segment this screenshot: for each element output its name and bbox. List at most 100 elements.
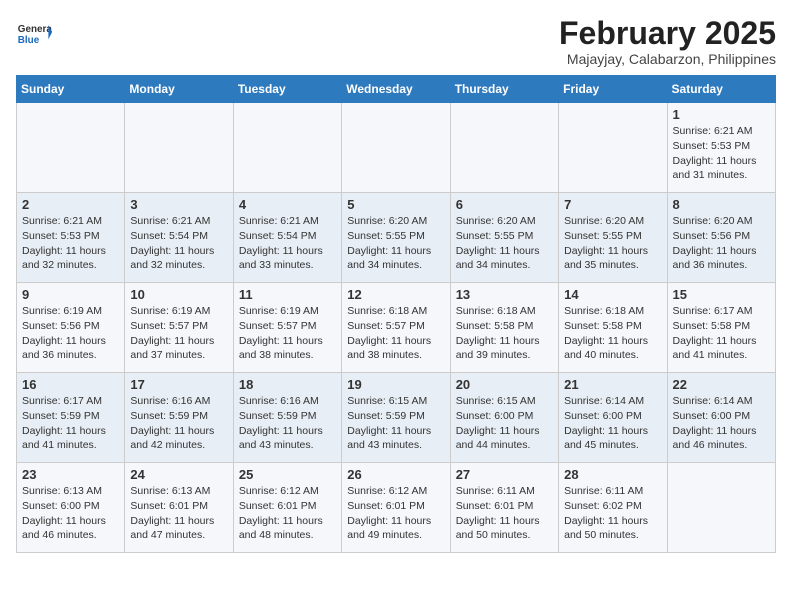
calendar-week-5: 23 Sunrise: 6:13 AM Sunset: 6:00 PM Dayli… (17, 463, 776, 553)
calendar-cell: 19 Sunrise: 6:15 AM Sunset: 5:59 PM Dayli… (342, 373, 450, 463)
calendar-cell (450, 103, 558, 193)
day-info: Sunrise: 6:15 AM Sunset: 6:00 PM Dayligh… (456, 394, 553, 453)
day-number: 5 (347, 197, 444, 212)
day-header-sunday: Sunday (17, 76, 125, 103)
day-number: 18 (239, 377, 336, 392)
title-block: February 2025 Majayjay, Calabarzon, Phil… (559, 16, 776, 67)
day-number: 15 (673, 287, 770, 302)
calendar-cell (125, 103, 233, 193)
day-info: Sunrise: 6:20 AM Sunset: 5:55 PM Dayligh… (564, 214, 661, 273)
day-number: 13 (456, 287, 553, 302)
day-info: Sunrise: 6:21 AM Sunset: 5:53 PM Dayligh… (22, 214, 119, 273)
day-number: 28 (564, 467, 661, 482)
day-info: Sunrise: 6:20 AM Sunset: 5:55 PM Dayligh… (456, 214, 553, 273)
day-info: Sunrise: 6:20 AM Sunset: 5:56 PM Dayligh… (673, 214, 770, 273)
calendar-cell: 15Sunrise: 6:17 AM Sunset: 5:58 PM Dayli… (667, 283, 775, 373)
day-info: Sunrise: 6:13 AM Sunset: 6:00 PM Dayligh… (22, 484, 119, 543)
day-info: Sunrise: 6:14 AM Sunset: 6:00 PM Dayligh… (564, 394, 661, 453)
calendar-cell: 25 Sunrise: 6:12 AM Sunset: 6:01 PM Dayli… (233, 463, 341, 553)
calendar-cell (342, 103, 450, 193)
page-header: General Blue February 2025 Majayjay, Cal… (16, 16, 776, 67)
calendar-cell: 5 Sunrise: 6:20 AM Sunset: 5:55 PM Daylig… (342, 193, 450, 283)
day-info: Sunrise: 6:18 AM Sunset: 5:58 PM Dayligh… (456, 304, 553, 363)
calendar-body: 1 Sunrise: 6:21 AM Sunset: 5:53 PM Daylig… (17, 103, 776, 553)
location-subtitle: Majayjay, Calabarzon, Philippines (559, 51, 776, 67)
calendar-cell: 27Sunrise: 6:11 AM Sunset: 6:01 PM Dayli… (450, 463, 558, 553)
day-info: Sunrise: 6:16 AM Sunset: 5:59 PM Dayligh… (130, 394, 227, 453)
day-number: 14 (564, 287, 661, 302)
day-number: 20 (456, 377, 553, 392)
day-number: 17 (130, 377, 227, 392)
calendar-cell: 26 Sunrise: 6:12 AM Sunset: 6:01 PM Dayli… (342, 463, 450, 553)
day-number: 11 (239, 287, 336, 302)
svg-text:General: General (18, 24, 52, 35)
month-title: February 2025 (559, 16, 776, 51)
day-info: Sunrise: 6:11 AM Sunset: 6:01 PM Dayligh… (456, 484, 553, 543)
day-number: 3 (130, 197, 227, 212)
calendar-week-1: 1 Sunrise: 6:21 AM Sunset: 5:53 PM Daylig… (17, 103, 776, 193)
generalblue-logo-icon: General Blue (16, 16, 52, 52)
day-header-thursday: Thursday (450, 76, 558, 103)
day-header-saturday: Saturday (667, 76, 775, 103)
calendar-cell: 13 Sunrise: 6:18 AM Sunset: 5:58 PM Dayli… (450, 283, 558, 373)
calendar-cell (17, 103, 125, 193)
day-number: 12 (347, 287, 444, 302)
calendar-cell: 18Sunrise: 6:16 AM Sunset: 5:59 PM Dayli… (233, 373, 341, 463)
day-info: Sunrise: 6:14 AM Sunset: 6:00 PM Dayligh… (673, 394, 770, 453)
day-number: 1 (673, 107, 770, 122)
day-number: 16 (22, 377, 119, 392)
calendar-table: SundayMondayTuesdayWednesdayThursdayFrid… (16, 75, 776, 553)
calendar-cell: 11 Sunrise: 6:19 AM Sunset: 5:57 PM Dayli… (233, 283, 341, 373)
calendar-cell: 9Sunrise: 6:19 AM Sunset: 5:56 PM Daylig… (17, 283, 125, 373)
day-info: Sunrise: 6:12 AM Sunset: 6:01 PM Dayligh… (239, 484, 336, 543)
day-info: Sunrise: 6:20 AM Sunset: 5:55 PM Dayligh… (347, 214, 444, 273)
logo: General Blue (16, 16, 52, 52)
day-number: 22 (673, 377, 770, 392)
calendar-week-4: 16 Sunrise: 6:17 AM Sunset: 5:59 PM Dayli… (17, 373, 776, 463)
day-number: 23 (22, 467, 119, 482)
day-info: Sunrise: 6:21 AM Sunset: 5:54 PM Dayligh… (239, 214, 336, 273)
calendar-week-2: 2Sunrise: 6:21 AM Sunset: 5:53 PM Daylig… (17, 193, 776, 283)
day-info: Sunrise: 6:17 AM Sunset: 5:59 PM Dayligh… (22, 394, 119, 453)
day-number: 21 (564, 377, 661, 392)
day-number: 7 (564, 197, 661, 212)
calendar-cell: 4 Sunrise: 6:21 AM Sunset: 5:54 PM Daylig… (233, 193, 341, 283)
day-info: Sunrise: 6:19 AM Sunset: 5:57 PM Dayligh… (130, 304, 227, 363)
day-number: 19 (347, 377, 444, 392)
day-info: Sunrise: 6:19 AM Sunset: 5:57 PM Dayligh… (239, 304, 336, 363)
calendar-cell: 1 Sunrise: 6:21 AM Sunset: 5:53 PM Daylig… (667, 103, 775, 193)
calendar-cell: 3 Sunrise: 6:21 AM Sunset: 5:54 PM Daylig… (125, 193, 233, 283)
day-header-wednesday: Wednesday (342, 76, 450, 103)
day-info: Sunrise: 6:21 AM Sunset: 5:54 PM Dayligh… (130, 214, 227, 273)
calendar-cell: 2Sunrise: 6:21 AM Sunset: 5:53 PM Daylig… (17, 193, 125, 283)
calendar-cell (667, 463, 775, 553)
day-info: Sunrise: 6:12 AM Sunset: 6:01 PM Dayligh… (347, 484, 444, 543)
day-number: 10 (130, 287, 227, 302)
calendar-cell: 28 Sunrise: 6:11 AM Sunset: 6:02 PM Dayli… (559, 463, 667, 553)
day-number: 26 (347, 467, 444, 482)
day-number: 9 (22, 287, 119, 302)
day-info: Sunrise: 6:18 AM Sunset: 5:57 PM Dayligh… (347, 304, 444, 363)
calendar-cell: 16 Sunrise: 6:17 AM Sunset: 5:59 PM Dayli… (17, 373, 125, 463)
calendar-cell: 17 Sunrise: 6:16 AM Sunset: 5:59 PM Dayli… (125, 373, 233, 463)
calendar-cell (559, 103, 667, 193)
day-info: Sunrise: 6:21 AM Sunset: 5:53 PM Dayligh… (673, 124, 770, 183)
day-number: 4 (239, 197, 336, 212)
calendar-cell: 8 Sunrise: 6:20 AM Sunset: 5:56 PM Daylig… (667, 193, 775, 283)
calendar-cell: 12 Sunrise: 6:18 AM Sunset: 5:57 PM Dayli… (342, 283, 450, 373)
calendar-header-row: SundayMondayTuesdayWednesdayThursdayFrid… (17, 76, 776, 103)
calendar-cell: 20 Sunrise: 6:15 AM Sunset: 6:00 PM Dayli… (450, 373, 558, 463)
day-header-friday: Friday (559, 76, 667, 103)
day-number: 6 (456, 197, 553, 212)
day-header-tuesday: Tuesday (233, 76, 341, 103)
day-info: Sunrise: 6:15 AM Sunset: 5:59 PM Dayligh… (347, 394, 444, 453)
day-number: 25 (239, 467, 336, 482)
day-info: Sunrise: 6:18 AM Sunset: 5:58 PM Dayligh… (564, 304, 661, 363)
day-number: 8 (673, 197, 770, 212)
calendar-cell: 6 Sunrise: 6:20 AM Sunset: 5:55 PM Daylig… (450, 193, 558, 283)
calendar-cell: 7 Sunrise: 6:20 AM Sunset: 5:55 PM Daylig… (559, 193, 667, 283)
day-info: Sunrise: 6:11 AM Sunset: 6:02 PM Dayligh… (564, 484, 661, 543)
calendar-cell: 23 Sunrise: 6:13 AM Sunset: 6:00 PM Dayli… (17, 463, 125, 553)
calendar-cell (233, 103, 341, 193)
calendar-week-3: 9Sunrise: 6:19 AM Sunset: 5:56 PM Daylig… (17, 283, 776, 373)
